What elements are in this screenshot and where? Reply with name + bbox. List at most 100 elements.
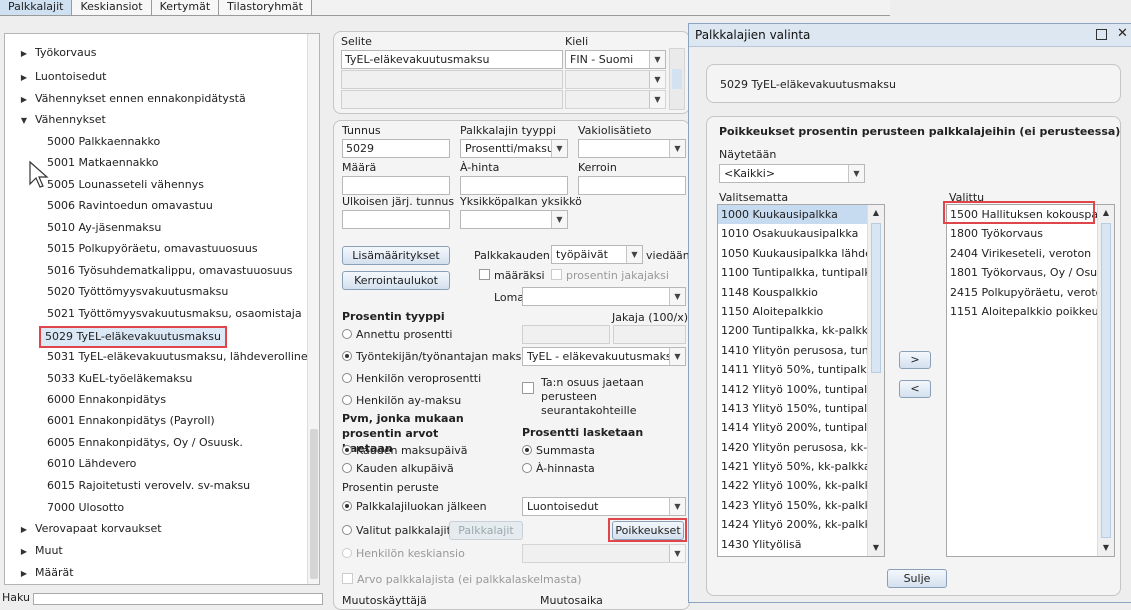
list-item[interactable]: 2415 Polkupyöräetu, veroton [947,283,1114,302]
scroll-down-icon[interactable]: ▼ [868,540,884,556]
palkkalajit-button[interactable]: Palkkalajit [449,521,523,540]
expand-arrow-icon[interactable]: ▶ [13,91,35,109]
ulkoinen-field[interactable] [342,210,450,229]
tunnus-field[interactable]: 5029 [342,139,450,158]
tree-item[interactable]: 5010 Ay-jäsenmaksu [5,219,161,237]
radio-valitut-palkkalajit[interactable]: Valitut palkkalajit [342,524,451,538]
jakaja-field[interactable] [613,325,686,344]
list-item[interactable]: 1200 Tuntipalkka, kk-palkkainen [718,321,884,340]
list-item[interactable]: 1410 Ylityön perusosa, tuntipalkkainen [718,341,884,360]
list-item[interactable]: 1148 Kouspalkkio [718,283,884,302]
tree-item[interactable]: 6005 Ennakonpidätys, Oy / Osuusk. [5,434,243,452]
desc-scrollbar[interactable] [669,48,685,110]
palkkakauden-select[interactable]: työpäivät ▼ [551,245,643,264]
scroll-up-icon[interactable]: ▲ [868,205,884,221]
chevron-down-icon[interactable]: ▼ [626,246,642,263]
close-button[interactable]: Sulje [887,569,947,588]
radio-kauden-maksupaiva[interactable]: Kauden maksupäivä [342,444,468,458]
chevron-down-icon[interactable]: ▼ [649,71,665,88]
yksikko-select[interactable]: ▼ [460,210,568,229]
tree-group-muut[interactable]: ▶ Muut [5,542,63,560]
tree-group-vahennykset-ennen[interactable]: ▶ Vähennykset ennen ennakonpidätystä [5,90,246,108]
maksu-select[interactable]: TyEL - eläkevakuutusmaks ▼ [522,347,686,366]
list-item[interactable]: 1151 Aloitepalkkio poikkeus [947,302,1114,321]
list-item[interactable]: 1420 Ylityön perusosa, kk-palkkainen [718,438,884,457]
list-item[interactable]: 1424 Ylityö 200%, kk-palkkainen [718,515,884,534]
jakajaksi-checkbox[interactable]: prosentin jakajaksi [551,269,669,282]
chevron-down-icon[interactable]: ▼ [551,211,567,228]
arvo-checkbox[interactable]: Arvo palkkalajista (ei palkkalaskelmasta… [342,573,582,586]
tree-item[interactable]: 5033 KuEL-työeläkemaksu [5,370,192,388]
list-item[interactable]: 1411 Ylityö 50%, tuntipalkkainen [718,360,884,379]
list-item[interactable]: 2404 Virikeseteli, veroton [947,244,1114,263]
chevron-down-icon[interactable]: ▼ [649,51,665,68]
expand-arrow-icon[interactable]: ▶ [13,45,35,63]
naytetaan-select[interactable]: <Kaikki> ▼ [719,164,865,183]
chevron-down-icon[interactable]: ▼ [669,140,685,157]
radio-annettu-prosentti[interactable]: Annettu prosentti [342,328,452,342]
radio-palkkalajiluokan-jalkeen[interactable]: Palkkalajiluokan jälkeen [342,500,487,514]
prosentti-field[interactable] [522,325,610,344]
kieli-select-3[interactable]: ▼ [565,90,666,109]
radio-kauden-alkupaiva[interactable]: Kauden alkupäivä [342,462,454,476]
checkbox[interactable] [551,269,562,280]
scrollbar-thumb[interactable] [310,429,318,579]
kieli-select[interactable]: FIN - Suomi ▼ [565,50,666,69]
tree-group-maarat[interactable]: ▶ Määrät [5,564,74,582]
maximize-icon[interactable] [1096,29,1107,40]
radio-veroprosentti[interactable]: Henkilön veroprosentti [342,372,481,386]
tree-item[interactable]: 5015 Polkupyöräetu, omavastuuosuus [5,240,258,258]
expand-arrow-icon[interactable]: ▶ [13,521,35,539]
tan-osuus-checkbox[interactable] [522,382,534,394]
list-scrollbar[interactable]: ▲ ▼ [867,205,884,556]
tree-item[interactable]: 5016 Työsuhdematkalippu, omavastuuosuus [5,262,292,280]
radio-ahinnasta[interactable]: À-hinnasta [522,462,595,476]
lisamaaritykset-button[interactable]: Lisämääritykset [342,246,450,265]
loma-select[interactable]: ▼ [522,287,686,306]
tree-item[interactable]: 5031 TyEL-eläkevakuutusmaksu, lähdeverol… [5,348,315,366]
tree-item[interactable]: 7000 Ulosotto [5,499,124,517]
tree-item-selected[interactable]: 5029 TyEL-eläkevakuutusmaksu [39,326,227,348]
list-item[interactable]: 1801 Työkorvaus, Oy / Osuuskunta [947,263,1114,282]
selected-list[interactable]: 1500 Hallituksen kokouspalkkio 1800 Työk… [946,204,1115,557]
tab-palkkalajit[interactable]: Palkkalajit [0,0,73,16]
scrollbar-thumb[interactable] [672,69,682,89]
list-item[interactable]: 1150 Aloitepalkkio [718,302,884,321]
tree-item[interactable]: 5006 Ravintoedun omavastuu [5,197,213,215]
tree-group-vahennykset[interactable]: ▼ Vähennykset [5,111,106,129]
list-item[interactable]: 1050 Kuukausipalkka lähdeverollinen [718,244,884,263]
list-item[interactable]: 1412 Ylityö 100%, tuntipalkkainen [718,380,884,399]
maara-field[interactable] [342,176,450,195]
list-item[interactable]: 1000 Kuukausipalkka [718,205,884,225]
tree-item[interactable]: 5020 Työttömyysvakuutusmaksu [5,283,228,301]
expand-arrow-icon[interactable]: ▶ [13,543,35,561]
list-item[interactable]: 1430 Ylityölisä [718,535,884,554]
radio-summasta[interactable]: Summasta [522,444,595,458]
list-scrollbar[interactable]: ▲ ▼ [1097,205,1114,556]
tree-item[interactable]: 5000 Palkkaennakko [5,133,160,151]
selite-field-3[interactable] [341,90,563,109]
kieli-select-2[interactable]: ▼ [565,70,666,89]
tab-kertymat[interactable]: Kertymät [151,0,220,16]
list-item[interactable]: 1414 Ylityö 200%, tuntipalkkainen [718,418,884,437]
tree-group-luontoisedut[interactable]: ▶ Luontoisedut [5,68,107,87]
checkbox[interactable] [342,573,353,584]
luokka-select[interactable]: Luontoisedut ▼ [522,497,686,516]
scrollbar-thumb[interactable] [1101,223,1111,538]
tab-keskiansiot[interactable]: Keskiansiot [72,0,152,16]
list-item[interactable]: 1100 Tuntipalkka, tuntipalkkainen [718,263,884,282]
chevron-down-icon[interactable]: ▼ [669,498,685,515]
tyyppi-select[interactable]: Prosentti/maksu ▼ [460,139,568,158]
tree-group-tyokorvaus[interactable]: ▶ Työkorvaus [5,44,97,63]
radio-ay-maksu[interactable]: Henkilön ay-maksu [342,394,461,408]
scroll-down-icon[interactable]: ▼ [1098,540,1114,556]
list-item[interactable]: 1413 Ylityö 150%, tuntipalkkainen [718,399,884,418]
list-item[interactable]: 1010 Osakuukausipalkka [718,224,884,243]
close-icon[interactable]: ✕ [1117,26,1128,42]
ahinta-field[interactable] [460,176,568,195]
kerrointaulukot-button[interactable]: Kerrointaulukot [342,271,450,290]
chevron-down-icon[interactable]: ▼ [551,140,567,157]
expand-arrow-icon[interactable]: ▶ [13,69,35,87]
selite-field-2[interactable] [341,70,563,89]
maaraksi-checkbox[interactable]: määräksi [479,269,545,282]
